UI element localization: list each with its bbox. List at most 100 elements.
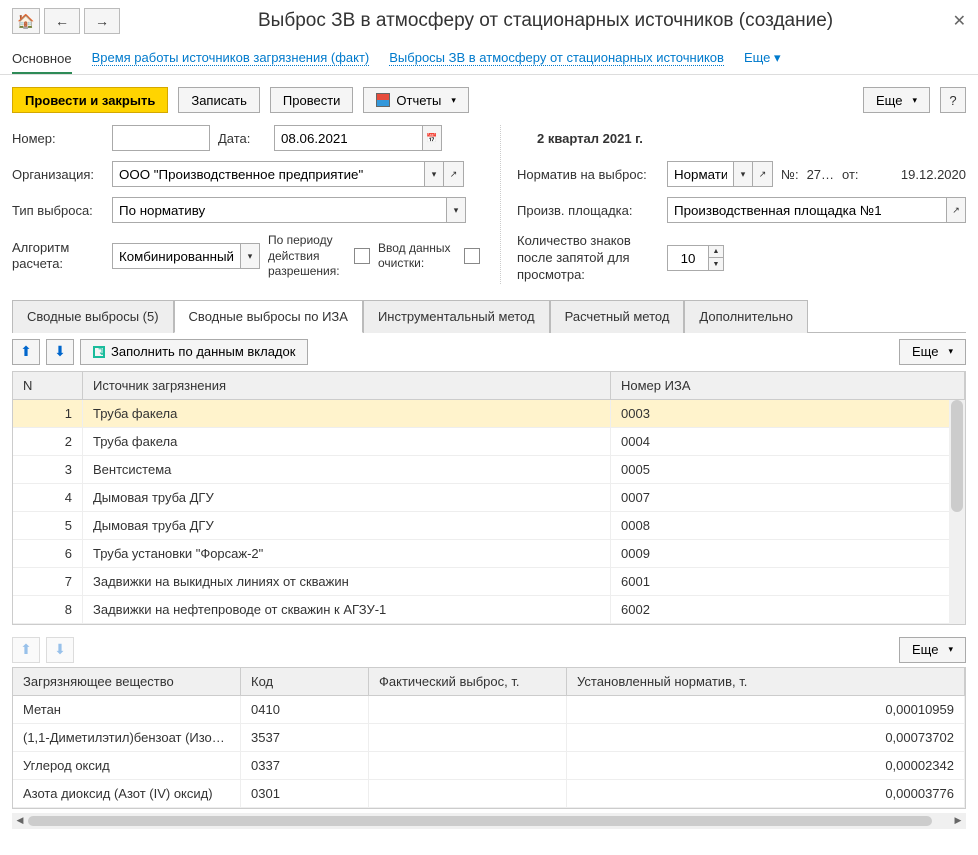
- table-row[interactable]: Метан04100,00010959: [13, 696, 965, 724]
- tab-instrumental[interactable]: Инструментальный метод: [363, 300, 550, 333]
- table-row[interactable]: 1Труба факела0003: [13, 400, 965, 428]
- norm-num-value: 27…: [807, 167, 834, 182]
- type-dropdown-icon[interactable]: ▾: [446, 197, 466, 223]
- cell-source: Вентсистема: [83, 456, 611, 483]
- pollutants-table: Загрязняющее вещество Код Фактический вы…: [12, 667, 966, 809]
- dcol-norm[interactable]: Установленный норматив, т.: [567, 668, 965, 695]
- scrollbar-horizontal[interactable]: ◀ ▶: [12, 813, 966, 829]
- decimals-input[interactable]: [667, 245, 709, 271]
- cell-source: Задвижки на нефтепроводе от скважин к АГ…: [83, 596, 611, 623]
- tab-summary[interactable]: Сводные выбросы (5): [12, 300, 174, 333]
- table-row[interactable]: 3Вентсистема0005: [13, 456, 965, 484]
- tab-summary-iza[interactable]: Сводные выбросы по ИЗА: [174, 300, 363, 333]
- arrow-down-icon: ⬇: [54, 343, 66, 360]
- nav-tab-worktime[interactable]: Время работы источников загрязнения (фак…: [92, 50, 370, 66]
- norm-open-icon[interactable]: ↗: [753, 161, 773, 187]
- col-iza[interactable]: Номер ИЗА: [611, 372, 965, 399]
- cell-substance: Углерод оксид: [13, 752, 241, 779]
- cell-substance: Азота диоксид (Азот (IV) оксид): [13, 780, 241, 807]
- help-button[interactable]: ?: [940, 87, 966, 113]
- cell-source: Дымовая труба ДГУ: [83, 484, 611, 511]
- site-input[interactable]: [667, 197, 946, 223]
- cell-iza: 0008: [611, 512, 965, 539]
- date-input[interactable]: [274, 125, 422, 151]
- org-input[interactable]: [112, 161, 424, 187]
- cell-fact: [369, 752, 567, 779]
- nav-more-link[interactable]: Еще ▾: [744, 50, 781, 66]
- move-up-button[interactable]: ⬆: [12, 339, 40, 365]
- scroll-right-icon[interactable]: ▶: [950, 813, 966, 829]
- back-button[interactable]: ←: [44, 8, 80, 34]
- tab-additional[interactable]: Дополнительно: [684, 300, 808, 333]
- by-period-checkbox[interactable]: [354, 248, 370, 264]
- norm-label: Норматив на выброс:: [517, 167, 659, 182]
- move-down-button[interactable]: ⬇: [46, 339, 74, 365]
- table-row[interactable]: 4Дымовая труба ДГУ0007: [13, 484, 965, 512]
- report-icon: [376, 93, 390, 107]
- org-label: Организация:: [12, 167, 104, 182]
- col-n[interactable]: N: [13, 372, 83, 399]
- table-more-button[interactable]: Еще: [899, 339, 966, 365]
- scrollbar-vertical[interactable]: [949, 400, 965, 624]
- col-source[interactable]: Источник загрязнения: [83, 372, 611, 399]
- cell-substance: Метан: [13, 696, 241, 723]
- dcol-substance[interactable]: Загрязняющее вещество: [13, 668, 241, 695]
- forward-button[interactable]: →: [84, 8, 120, 34]
- cell-n: 3: [13, 456, 83, 483]
- cell-substance: (1,1-Диметилэтил)бензоат (Изобут...: [13, 724, 241, 751]
- calendar-icon[interactable]: 📅: [422, 125, 442, 151]
- post-button[interactable]: Провести: [270, 87, 354, 113]
- table-row[interactable]: 6Труба установки "Форсаж-2"0009: [13, 540, 965, 568]
- more-button[interactable]: Еще: [863, 87, 930, 113]
- type-input[interactable]: [112, 197, 446, 223]
- alg-dropdown-icon[interactable]: ▾: [240, 243, 260, 269]
- table-row[interactable]: 2Труба факела0004: [13, 428, 965, 456]
- org-open-icon[interactable]: ↗: [444, 161, 464, 187]
- site-open-icon[interactable]: ↗: [946, 197, 966, 223]
- number-input[interactable]: [112, 125, 210, 151]
- input-clean-label: Ввод данных очистки:: [378, 241, 456, 272]
- cell-iza: 0009: [611, 540, 965, 567]
- input-clean-checkbox[interactable]: [464, 248, 480, 264]
- table-row[interactable]: Азота диоксид (Азот (IV) оксид)03010,000…: [13, 780, 965, 808]
- nav-tab-main[interactable]: Основное: [12, 51, 72, 74]
- cell-code: 0301: [241, 780, 369, 807]
- table-row[interactable]: Углерод оксид03370,00002342: [13, 752, 965, 780]
- cell-iza: 0003: [611, 400, 965, 427]
- save-close-button[interactable]: Провести и закрыть: [12, 87, 168, 113]
- scroll-left-icon[interactable]: ◀: [12, 813, 28, 829]
- table-row[interactable]: 7Задвижки на выкидных линиях от скважин6…: [13, 568, 965, 596]
- table-row[interactable]: 5Дымовая труба ДГУ0008: [13, 512, 965, 540]
- decimals-label: Количество знаков после запятой для прос…: [517, 233, 659, 284]
- reports-button[interactable]: Отчеты: [363, 87, 468, 113]
- decimals-down-icon[interactable]: ▼: [709, 258, 723, 270]
- decimals-up-icon[interactable]: ▲: [709, 246, 723, 258]
- cell-source: Труба установки "Форсаж-2": [83, 540, 611, 567]
- fill-button[interactable]: Заполнить по данным вкладок: [80, 339, 308, 365]
- detail-more-button[interactable]: Еще: [899, 637, 966, 663]
- norm-from-label: от:: [842, 167, 859, 182]
- close-icon[interactable]: ✕: [953, 11, 966, 31]
- sources-table: N Источник загрязнения Номер ИЗА 1Труба …: [12, 371, 966, 625]
- page-title: Выброс ЗВ в атмосферу от стационарных ис…: [258, 10, 833, 32]
- home-button[interactable]: 🏠: [12, 8, 40, 34]
- cell-iza: 0004: [611, 428, 965, 455]
- table-row[interactable]: 8Задвижки на нефтепроводе от скважин к А…: [13, 596, 965, 624]
- cell-fact: [369, 724, 567, 751]
- nav-tab-emissions[interactable]: Выбросы ЗВ в атмосферу от стационарных и…: [389, 50, 724, 66]
- arrow-up-icon: ⬆: [20, 343, 32, 360]
- cell-norm: 0,00002342: [567, 752, 965, 779]
- cell-code: 3537: [241, 724, 369, 751]
- cell-source: Труба факела: [83, 400, 611, 427]
- norm-dropdown-icon[interactable]: ▾: [733, 161, 753, 187]
- date-label: Дата:: [218, 131, 266, 146]
- table-row[interactable]: (1,1-Диметилэтил)бензоат (Изобут...35370…: [13, 724, 965, 752]
- dcol-code[interactable]: Код: [241, 668, 369, 695]
- alg-input[interactable]: [112, 243, 240, 269]
- cell-source: Дымовая труба ДГУ: [83, 512, 611, 539]
- org-dropdown-icon[interactable]: ▾: [424, 161, 444, 187]
- norm-input[interactable]: [667, 161, 733, 187]
- tab-calculated[interactable]: Расчетный метод: [550, 300, 685, 333]
- write-button[interactable]: Записать: [178, 87, 260, 113]
- dcol-fact[interactable]: Фактический выброс, т.: [369, 668, 567, 695]
